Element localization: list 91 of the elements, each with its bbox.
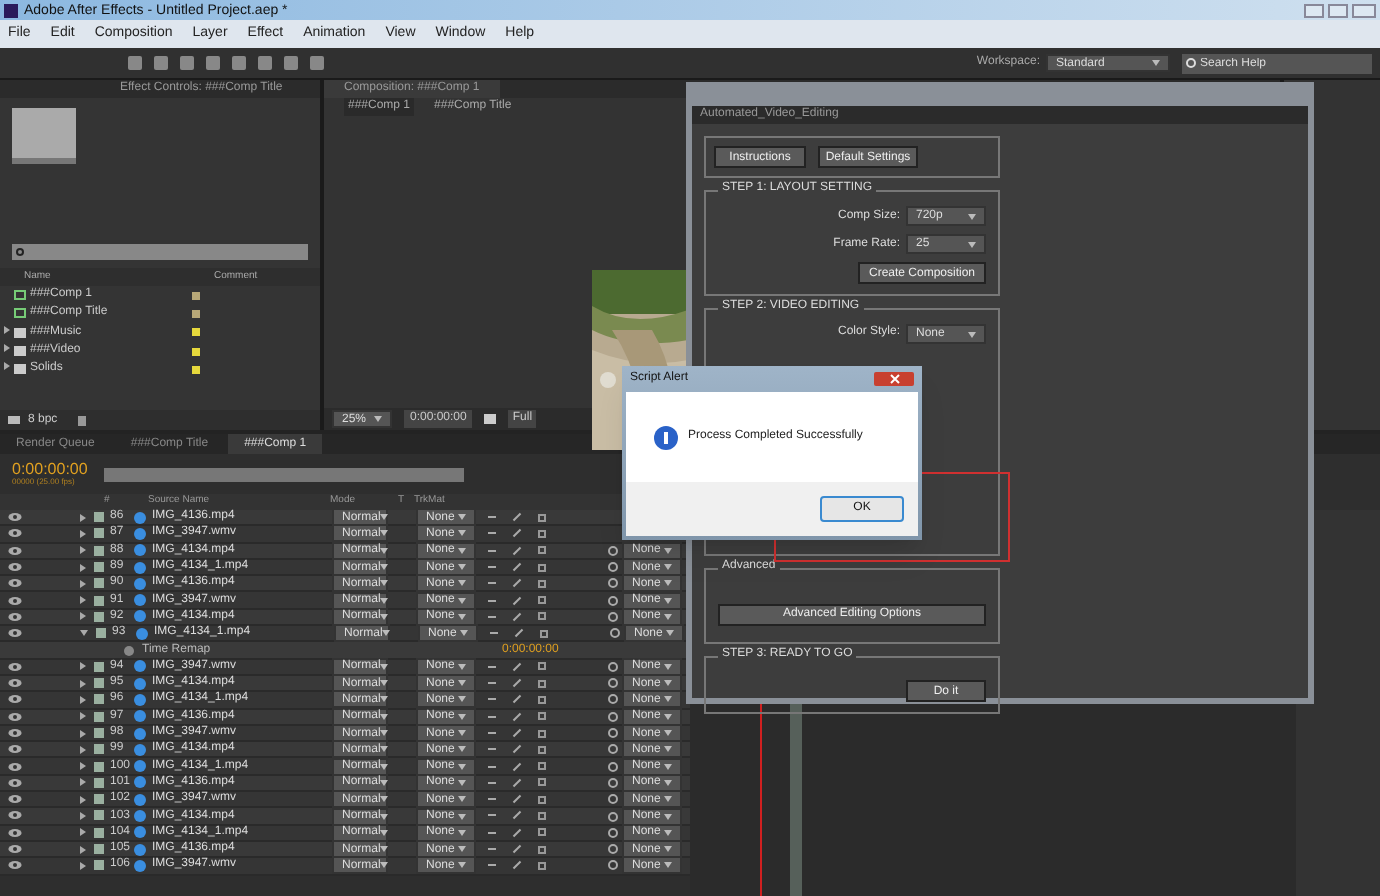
caret-icon	[664, 862, 672, 869]
caret-icon	[458, 862, 466, 869]
label-swatch	[94, 860, 104, 871]
thumbnail	[12, 108, 76, 164]
collapsed-triangle-icon[interactable]	[80, 712, 86, 721]
eye-icon[interactable]	[8, 512, 22, 523]
stopwatch-icon[interactable]	[124, 645, 134, 656]
eye-icon[interactable]	[8, 694, 22, 705]
collapsed-triangle-icon[interactable]	[80, 778, 86, 787]
label-swatch	[94, 528, 104, 539]
close-icon	[889, 374, 899, 384]
eye-icon[interactable]	[8, 661, 22, 672]
collapsed-triangle-icon[interactable]	[80, 695, 86, 704]
caret-icon	[458, 696, 466, 703]
label-swatch	[94, 661, 104, 672]
caret-icon	[664, 746, 672, 753]
label-swatch	[94, 578, 104, 589]
label-swatch	[94, 595, 104, 606]
label-swatch	[94, 844, 104, 855]
eye-icon[interactable]	[8, 810, 22, 821]
eye-icon[interactable]	[8, 562, 22, 573]
close-button[interactable]	[1352, 3, 1376, 17]
eye-icon[interactable]	[8, 844, 22, 855]
caret-icon	[382, 630, 391, 637]
label-swatch	[94, 611, 104, 622]
label-swatch	[94, 694, 104, 705]
eye-icon[interactable]	[8, 744, 22, 755]
eye-icon[interactable]	[8, 827, 22, 838]
eye-icon[interactable]	[8, 528, 22, 539]
eye-icon[interactable]	[8, 728, 22, 738]
eye-icon[interactable]	[8, 711, 22, 722]
app-logo-icon	[4, 3, 18, 17]
close-button[interactable]	[874, 372, 914, 386]
collapsed-triangle-icon[interactable]	[80, 811, 86, 820]
label-swatch	[94, 711, 104, 722]
eye-icon[interactable]	[8, 761, 22, 772]
label-swatch	[94, 562, 104, 573]
label-swatch	[94, 678, 104, 689]
caret-icon	[968, 213, 976, 219]
caret-icon	[664, 580, 672, 587]
camera-icon[interactable]	[484, 414, 497, 424]
collapsed-triangle-icon[interactable]	[80, 612, 86, 621]
eye-icon[interactable]	[8, 578, 22, 589]
label-swatch	[94, 728, 104, 738]
eye-icon[interactable]	[8, 628, 22, 639]
eye-icon[interactable]	[8, 611, 22, 622]
search-icon	[1186, 57, 1196, 67]
eye-icon[interactable]	[8, 794, 22, 805]
maximize-button[interactable]	[1328, 3, 1348, 17]
eye-icon[interactable]	[8, 595, 22, 606]
collapsed-triangle-icon[interactable]	[80, 861, 86, 870]
caret-icon	[458, 746, 466, 753]
current-time[interactable]: 0:00:00:00	[12, 462, 88, 478]
caret-icon	[458, 580, 466, 587]
info-icon	[654, 425, 678, 449]
eye-icon[interactable]	[8, 678, 22, 689]
label-swatch	[94, 545, 104, 556]
minimize-button[interactable]	[1304, 3, 1324, 17]
collapsed-triangle-icon[interactable]	[80, 662, 86, 671]
caret-icon	[968, 331, 976, 337]
collapsed-triangle-icon[interactable]	[80, 596, 86, 605]
project-search-field[interactable]	[12, 244, 308, 260]
caret-icon	[666, 630, 674, 637]
label-swatch	[96, 628, 106, 639]
collapsed-triangle-icon[interactable]	[80, 546, 86, 555]
eye-icon[interactable]	[8, 777, 22, 788]
caret-icon	[664, 796, 672, 803]
label-swatch	[94, 827, 104, 838]
collapsed-triangle-icon[interactable]	[80, 529, 86, 538]
collapsed-triangle-icon[interactable]	[80, 762, 86, 771]
caret-icon	[458, 796, 466, 803]
search-icon	[16, 248, 24, 256]
label-swatch	[94, 810, 104, 821]
caret-icon	[458, 530, 466, 537]
label-swatch	[94, 777, 104, 788]
label-swatch	[94, 512, 104, 523]
caret-icon	[1152, 60, 1160, 66]
caret-icon	[460, 630, 468, 637]
eye-icon[interactable]	[8, 545, 22, 556]
label-swatch	[94, 744, 104, 755]
expanded-triangle-icon[interactable]	[80, 630, 88, 637]
caret-icon	[374, 416, 382, 422]
layer-search-field[interactable]	[103, 467, 464, 481]
caret-icon	[664, 696, 672, 703]
caret-icon	[380, 796, 389, 803]
collapsed-triangle-icon[interactable]	[80, 828, 86, 837]
caret-icon	[968, 241, 976, 247]
trash-icon[interactable]	[77, 415, 86, 425]
label-swatch	[94, 761, 104, 772]
label-swatch	[94, 794, 104, 805]
eye-icon[interactable]	[8, 860, 22, 871]
